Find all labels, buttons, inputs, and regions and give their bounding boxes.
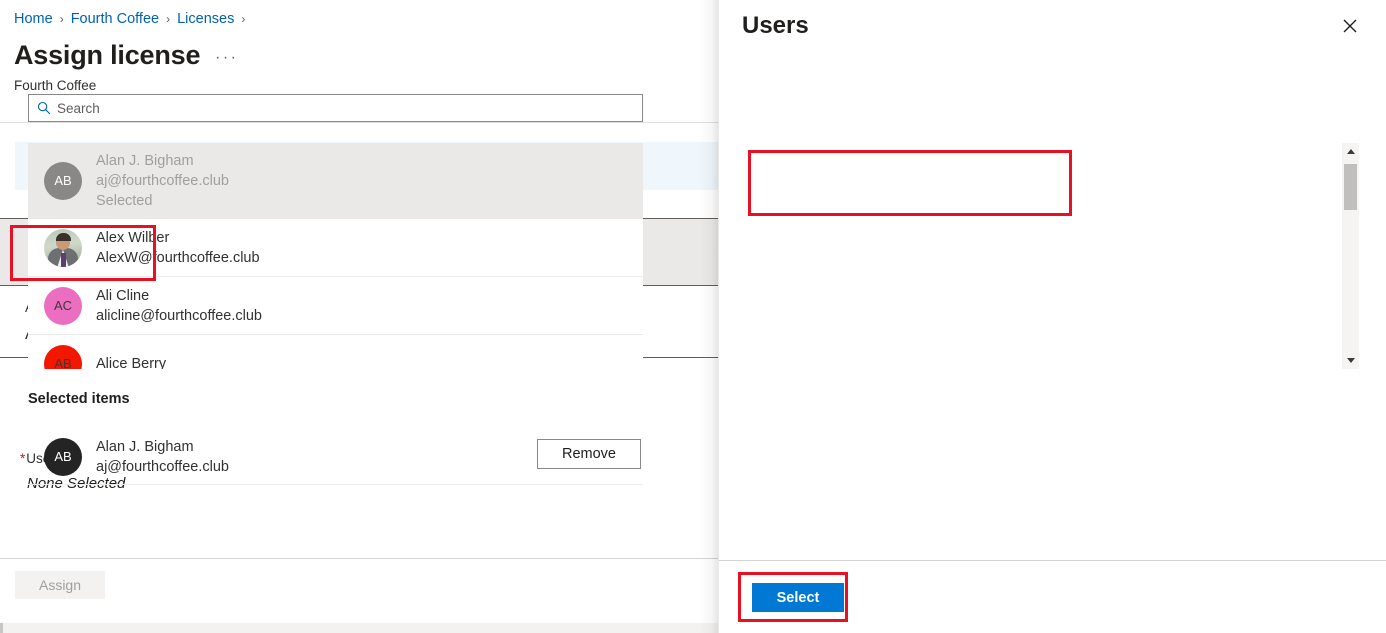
page-title: Assign license [14,38,200,72]
user-name: Alice Berry [96,354,166,370]
user-name: Alex Wilber [96,228,260,248]
user-list[interactable]: AB Alan J. Bigham aj@fourthcoffee.club S… [28,143,643,369]
avatar-initials: AB [54,173,71,188]
breadcrumb-item-fourth-coffee[interactable]: Fourth Coffee [71,9,159,29]
user-email: AlexW@fourthcoffee.club [96,248,260,268]
app-root: Home › Fourth Coffee › Licenses › Assign… [0,0,1386,633]
user-email: alicline@fourthcoffee.club [96,306,262,326]
header-divider [0,122,718,123]
assign-button[interactable]: Assign [15,571,105,599]
list-item-texts: Alice Berry [96,354,166,370]
avatar: AB [44,162,82,200]
selected-item-row: AB Alan J. Bigham aj@fourthcoffee.club R… [28,429,643,485]
list-item-texts: Alex Wilber AlexW@fourthcoffee.club [96,228,260,268]
panel-footer-divider [719,560,1386,561]
list-item[interactable]: Alex Wilber AlexW@fourthcoffee.club [28,219,643,277]
selected-user-email: aj@fourthcoffee.club [96,457,229,477]
avatar: AB [44,438,82,476]
bottom-strip [0,623,718,633]
page-subtitle: Fourth Coffee [14,77,96,95]
avatar-initials: AC [54,298,72,313]
breadcrumb: Home › Fourth Coffee › Licenses › [14,9,252,29]
list-scrollbar[interactable] [1342,143,1359,369]
avatar-initials: AB [54,449,71,464]
users-panel: Users [719,0,1386,633]
list-item[interactable]: AB Alan J. Bigham aj@fourthcoffee.club S… [28,143,643,219]
breadcrumb-separator: › [241,9,245,29]
required-marker: * [20,451,25,466]
more-options-icon[interactable]: ··· [215,48,238,68]
avatar [44,229,82,267]
selected-items-heading: Selected items [28,390,130,409]
user-name: Alan J. Bigham [96,151,229,171]
user-email: aj@fourthcoffee.club [96,171,229,191]
avatar: AB [44,345,82,370]
breadcrumb-item-licenses[interactable]: Licenses [177,9,234,29]
selected-user-name: Alan J. Bigham [96,437,229,457]
bottom-strip-edge [0,623,3,633]
list-item[interactable]: AB Alice Berry [28,335,643,369]
user-state: Selected [96,191,229,211]
avatar: AC [44,287,82,325]
user-name: Ali Cline [96,286,262,306]
search-icon [37,101,51,115]
avatar-initials: AB [54,356,71,369]
breadcrumb-item-home[interactable]: Home [14,9,53,29]
search-input[interactable] [51,95,642,121]
select-button[interactable]: Select [752,583,844,612]
panel-title: Users [742,10,809,41]
selected-item-texts: Alan J. Bigham aj@fourthcoffee.club [96,437,229,477]
scrollbar-thumb[interactable] [1344,164,1357,210]
scroll-up-icon[interactable] [1342,143,1359,160]
list-item-texts: Ali Cline alicline@fourthcoffee.club [96,286,262,326]
breadcrumb-separator: › [60,9,64,29]
close-icon[interactable] [1336,12,1364,40]
list-item[interactable]: AC Ali Cline alicline@fourthcoffee.club [28,277,643,335]
search-box[interactable] [28,94,643,122]
scroll-down-icon[interactable] [1342,352,1359,369]
list-item-texts: Alan J. Bigham aj@fourthcoffee.club Sele… [96,151,229,211]
breadcrumb-separator: › [166,9,170,29]
footer-divider [0,558,718,559]
remove-button[interactable]: Remove [537,439,641,469]
